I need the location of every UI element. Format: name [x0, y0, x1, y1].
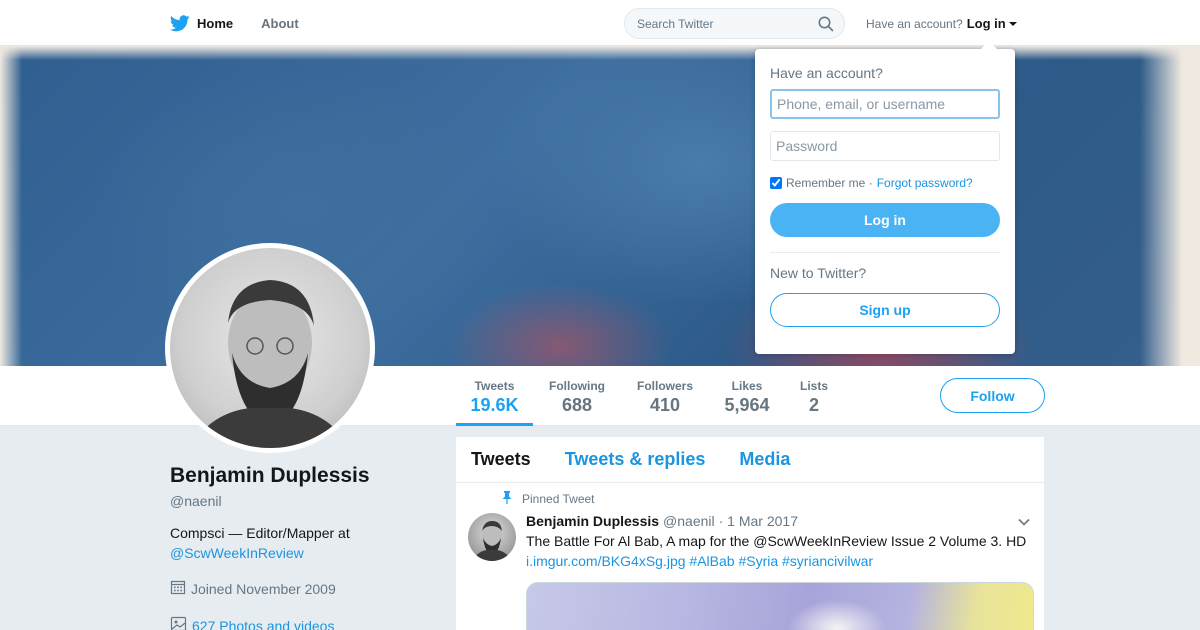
- stat-value: 688: [561, 395, 593, 415]
- nav-about-label: About: [261, 15, 299, 31]
- username-input[interactable]: [770, 89, 1000, 119]
- twitter-bird-icon: [170, 14, 190, 32]
- tab-media[interactable]: Media: [739, 449, 790, 470]
- timeline: Tweets Tweets & replies Media Pinned Twe…: [456, 437, 1044, 630]
- login-dropdown: Have an account? Remember me · Forgot pa…: [755, 41, 1015, 354]
- caret-down-icon: [1008, 21, 1017, 26]
- tweet-text: The Battle For Al Bab, A map for the @Sc…: [526, 531, 1034, 571]
- stat-label: Likes: [731, 379, 763, 393]
- login-button[interactable]: Log in: [770, 203, 1000, 237]
- stat-value: 2: [808, 395, 819, 415]
- stat-label: Lists: [799, 379, 828, 393]
- login-toggle-label: Log in: [966, 16, 1006, 31]
- forgot-password-link[interactable]: Forgot password?: [877, 176, 973, 190]
- joined-date: Joined November 2009: [191, 580, 336, 597]
- tweet-body: Benjamin Duplessis @naenil · 1 Mar 2017 …: [526, 513, 1034, 630]
- account-area: Have an account? Log in: [866, 16, 1017, 31]
- tweet-media-image[interactable]: [526, 582, 1034, 630]
- tweet-author-handle[interactable]: @naenil: [663, 513, 715, 529]
- password-input[interactable]: [770, 131, 1000, 161]
- tab-tweets[interactable]: Tweets: [471, 449, 531, 470]
- tab-tweets-replies[interactable]: Tweets & replies: [565, 449, 706, 470]
- new-to-twitter-prompt: New to Twitter?: [770, 265, 867, 281]
- nav-about-link[interactable]: About: [261, 16, 299, 31]
- profile-bio: Compsci — Editor/Mapper at @ScwWeekInRev…: [170, 523, 430, 563]
- joined-date-row: Joined November 2009: [170, 579, 430, 598]
- photos-videos-link[interactable]: 627 Photos and videos: [192, 618, 334, 630]
- stat-tweets[interactable]: Tweets 19.6K: [456, 366, 533, 426]
- tweet-hashtags[interactable]: #AlBab #Syria #syriancivilwar: [689, 553, 873, 569]
- nav-links: Home About: [170, 0, 327, 46]
- stat-value: 410: [649, 395, 681, 415]
- remember-me-label: Remember me ·: [786, 176, 873, 190]
- stat-label: Tweets: [474, 379, 515, 393]
- login-dropdown-toggle[interactable]: Log in: [967, 16, 1017, 31]
- dropdown-title: Have an account?: [770, 65, 883, 81]
- profile-sidebar: Benjamin Duplessis @naenil Compsci — Edi…: [170, 464, 430, 630]
- nav-home-label: Home: [197, 15, 234, 31]
- divider: [770, 252, 1000, 253]
- chevron-down-icon[interactable]: [1018, 513, 1030, 529]
- search-icon[interactable]: [818, 16, 834, 37]
- avatar[interactable]: [170, 248, 370, 448]
- nav-home-link[interactable]: Home: [170, 14, 234, 32]
- profile-avatar-frame: [165, 243, 375, 453]
- pinned-tweet[interactable]: Pinned Tweet Benjamin Duplessis @naenil …: [456, 483, 1044, 630]
- profile-handle[interactable]: @naenil: [170, 493, 430, 509]
- tweet-link[interactable]: i.imgur.com/BKG4xSg.jpg: [526, 553, 686, 569]
- pinned-label: Pinned Tweet: [522, 492, 595, 506]
- follow-button[interactable]: Follow: [940, 378, 1045, 413]
- stat-label: Followers: [636, 379, 693, 393]
- timeline-tabs: Tweets Tweets & replies Media: [456, 437, 1044, 483]
- pinned-label-row: Pinned Tweet: [502, 491, 1044, 507]
- image-icon: [170, 616, 192, 630]
- account-prompt: Have an account?: [866, 16, 963, 31]
- bio-text: Compsci — Editor/Mapper at: [170, 525, 350, 541]
- tweet-date[interactable]: · 1 Mar 2017: [719, 513, 798, 529]
- stat-value: 5,964: [724, 395, 770, 415]
- stat-following[interactable]: Following 688: [545, 366, 609, 426]
- pin-icon: [502, 491, 522, 507]
- stat-likes[interactable]: Likes 5,964: [720, 366, 774, 426]
- search-input[interactable]: [625, 9, 805, 38]
- top-navigation-bar: Home About Have an account? Log in: [0, 0, 1200, 46]
- stat-lists[interactable]: Lists 2: [796, 366, 832, 426]
- bio-mention-link[interactable]: @ScwWeekInReview: [170, 545, 304, 561]
- tweet-author-name[interactable]: Benjamin Duplessis: [526, 513, 659, 529]
- signup-button[interactable]: Sign up: [770, 293, 1000, 327]
- calendar-icon: [170, 579, 191, 598]
- tweet-header: Benjamin Duplessis @naenil · 1 Mar 2017: [526, 513, 1034, 529]
- remember-me-checkbox[interactable]: [770, 177, 782, 189]
- photos-row[interactable]: 627 Photos and videos: [170, 616, 430, 630]
- stat-value: 19.6K: [470, 395, 519, 415]
- tweet-text-body: The Battle For Al Bab, A map for the @Sc…: [526, 533, 1027, 549]
- tweet-avatar[interactable]: [468, 513, 516, 561]
- search-box: [624, 8, 845, 39]
- stat-label: Following: [549, 379, 605, 393]
- remember-me-row: Remember me · Forgot password?: [770, 176, 1000, 190]
- stat-followers[interactable]: Followers 410: [632, 366, 698, 426]
- profile-name[interactable]: Benjamin Duplessis: [170, 464, 430, 488]
